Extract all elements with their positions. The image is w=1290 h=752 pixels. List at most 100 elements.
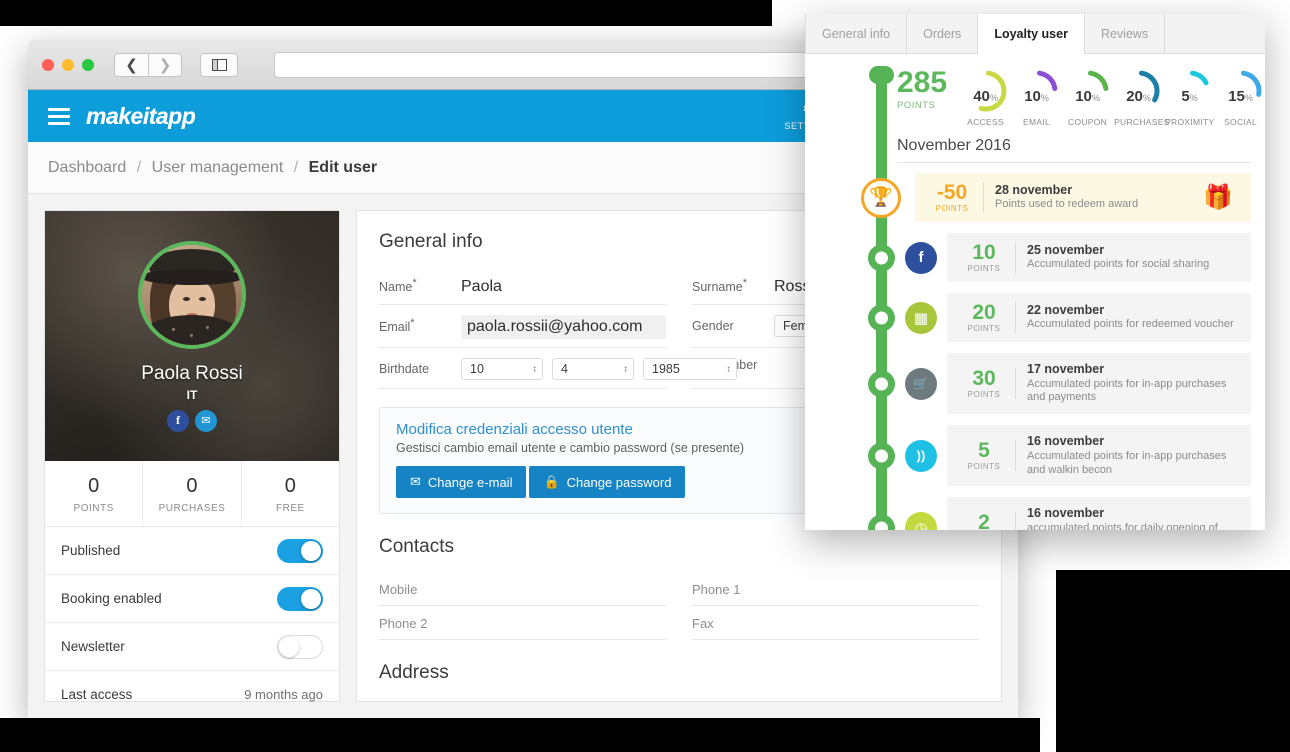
gauge-label: PURCHASES [1114,117,1170,127]
row-booking-enabled: Booking enabled [45,575,339,623]
name-input[interactable]: Paola [461,278,666,296]
birth-month-select[interactable]: 4 ↕ [552,358,634,381]
profile-hero: Paola Rossi IT f ✉ [45,211,339,461]
gauge-unit: % [989,93,998,103]
profile-stats: 0 POINTS 0 PURCHASES 0 FREE [45,461,339,527]
tab-general-info[interactable]: General info [805,14,908,53]
entry-date: 28 november [995,182,1073,197]
breadcrumb: Dashboard / User management / Edit user [48,159,377,177]
facebook-icon: f [905,241,937,274]
form-row-contacts-2: Phone 2 Fax [379,606,979,641]
stat-points: 0 POINTS [45,461,144,526]
field-label: Phone 2 [379,616,428,632]
entry-text: 16 november accumulated points for daily … [1016,506,1239,530]
timeline-entry[interactable]: 5 POINTS 16 november Accumulated points for… [947,425,1251,487]
field-address[interactable]: Address [692,698,979,701]
gauge-label: PROXIMITY [1165,117,1215,127]
field-mobile[interactable]: Mobile [379,572,666,607]
timeline-row: ▦ 20 POINTS 22 november Accumulated points f… [805,293,1265,342]
gauge-label: COUPON [1068,117,1108,127]
timeline-entry[interactable]: 20 POINTS 22 november Accumulated points fo… [947,293,1251,342]
field-email[interactable]: Email* paola.rossii@yahoo.com [379,305,666,349]
stat-free: 0 FREE [242,461,339,526]
gauge-unit: % [1040,93,1049,103]
row-label: Last access [61,687,133,702]
newsletter-toggle[interactable] [277,634,323,659]
birth-year-select[interactable]: 1985 ↕ [643,358,737,381]
birth-day-select[interactable]: 10 ↕ [461,358,543,381]
profile-social-links: f ✉ [167,409,217,432]
profile-name: Paola Rossi [141,362,243,384]
backdrop-block-lower [0,718,1040,752]
published-toggle[interactable] [277,538,323,563]
email-icon[interactable]: ✉ [195,409,217,432]
back-button[interactable]: ❮ [114,52,148,77]
field-city[interactable]: City [379,698,666,701]
tab-reviews[interactable]: Reviews [1085,14,1166,53]
maximize-window-button[interactable] [82,58,94,71]
gauge-label: ACCESS [967,117,1004,127]
gauge-arc-wrap: 40% [961,68,1010,114]
points-block: 30 POINTS [959,367,1016,400]
close-window-button[interactable] [42,58,54,71]
points-value: -50 [936,181,968,204]
field-label: Gender [692,319,734,334]
timeline-node [868,514,895,530]
facebook-icon[interactable]: f [167,409,189,432]
field-birthdate[interactable]: Birthdate 10 ↕ 4 ↕ 1985 ↕ [379,348,737,390]
change-email-button[interactable]: ✉ Change e-mail [396,466,527,499]
hamburger-menu-icon[interactable] [48,107,70,125]
field-label: Mobile [379,582,418,598]
app-logo[interactable]: makeitapp [86,103,196,130]
stepper-icon: ↕ [532,363,538,374]
navigation-buttons[interactable]: ❮ ❯ [114,52,182,77]
gauge-value: 5% [1181,88,1198,105]
row-label: Newsletter [61,639,125,654]
sidebar-toggle-icon[interactable] [200,52,238,77]
field-name[interactable]: Name* Paola [379,267,666,306]
timeline-entry[interactable]: 10 POINTS 25 november Accumulated points fo… [947,233,1251,282]
breadcrumb-item-dashboard[interactable]: Dashboard [48,159,126,176]
points-block: 20 POINTS [959,302,1016,333]
gauge-label: EMAIL [1023,117,1051,127]
forward-button[interactable]: ❯ [148,52,182,77]
field-phone-1[interactable]: Phone 1 [692,572,979,607]
timeline-row: f 10 POINTS 25 november Accumulated points f… [805,233,1265,282]
timeline-node [868,370,895,398]
portrait-illustration [142,244,242,345]
entry-date: 16 november [1027,506,1105,521]
gauge-value: 10% [1075,88,1100,105]
birthdate-group: 10 ↕ 4 ↕ 1985 ↕ [461,358,737,381]
entry-description: Accumulated points for in-app purchases … [1027,377,1227,404]
change-password-button[interactable]: 🔒 Change password [529,466,686,499]
gauge-arc-wrap: 10% [1012,68,1061,114]
tab-orders[interactable]: Orders [907,14,979,53]
field-fax[interactable]: Fax [692,606,979,641]
screen: ❮ ❯ ⟳ makeitapp ⚙ SETTINGS [0,0,1290,752]
tab-loyalty-user[interactable]: Loyalty user [978,14,1085,54]
gauge-access: 40% ACCESS [961,68,1010,127]
timeline-entry[interactable]: 2POINTS16 novemberaccumulated points for… [947,497,1251,530]
timeline-entry[interactable]: -50 POINTS 28 november Points used to redee… [915,173,1251,222]
timeline-entry[interactable]: 30 POINTS 17 november Accumulated points fo… [947,353,1251,415]
stat-value: 0 [88,475,100,497]
field-phone-2[interactable]: Phone 2 [379,606,666,641]
breadcrumb-item-user-management[interactable]: User management [152,159,284,176]
field-label: Fax [692,616,714,632]
email-input[interactable]: paola.rossii@yahoo.com [461,315,666,340]
points-block: 10 POINTS [959,242,1016,273]
booking-enabled-toggle[interactable] [277,586,323,611]
points-label: POINTS [967,324,1001,333]
entry-description: accumulated points for daily opening of … [1027,521,1218,530]
gauge-value: 10% [1024,88,1049,105]
gauge-purchases: 20% PURCHASES [1114,68,1170,127]
entry-description: Accumulated points for social sharing [1027,258,1210,271]
timeline-row: )) 5 POINTS 16 november Accumulated points f… [805,425,1265,487]
gauge-unit: % [1244,93,1253,103]
points-value: 30 [972,367,996,391]
timeline-rail-cap [869,66,894,84]
form-row-address-1: City Address [379,698,979,701]
change-email-label: Change e-mail [427,474,513,490]
minimize-window-button[interactable] [62,58,74,71]
window-controls[interactable] [42,58,94,71]
